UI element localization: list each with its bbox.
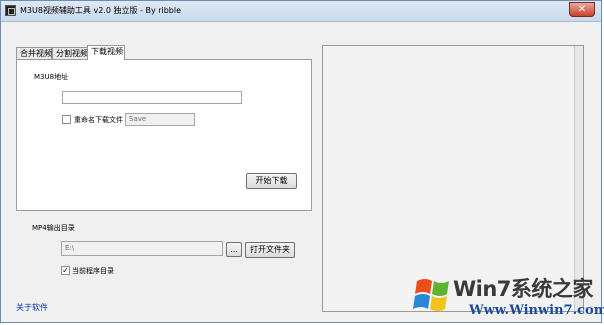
window-title: M3U8视频辅助工具 v2.0 独立版 - By ribble xyxy=(20,6,182,15)
current-dir-checkbox[interactable]: ✓ xyxy=(61,266,70,275)
rename-label: 重命名下载文件 xyxy=(74,116,123,124)
flag-yellow xyxy=(430,296,447,311)
watermark-site-name: Win7系统之家 xyxy=(453,277,593,301)
windows-flag-icon xyxy=(413,279,449,311)
tab-merge-video[interactable]: 合并视频 xyxy=(16,47,52,59)
flag-green xyxy=(432,281,449,296)
browse-button[interactable]: ... xyxy=(226,242,242,257)
film-icon xyxy=(5,5,16,16)
close-button[interactable]: ✕ xyxy=(569,2,595,17)
watermark-url: Www.Winwin7.com xyxy=(469,303,604,318)
mp4-output-label: MP4输出目录 xyxy=(32,224,75,232)
watermark-logo: Win7系统之家 Www.Winwin7.com xyxy=(413,269,604,323)
m3u8-url-input[interactable] xyxy=(62,91,242,104)
rename-checkbox[interactable] xyxy=(62,115,71,124)
start-download-button[interactable]: 开始下载 xyxy=(246,173,297,189)
title-bar[interactable]: M3U8视频辅助工具 v2.0 独立版 - By ribble ✕ xyxy=(1,1,601,22)
m3u8-url-label: M3U8地址 xyxy=(34,73,69,81)
about-software-link[interactable]: 关于软件 xyxy=(16,302,48,313)
open-folder-button[interactable]: 打开文件夹 xyxy=(245,242,295,258)
flag-red xyxy=(415,279,432,294)
download-tab-panel: M3U8地址 重命名下载文件 Save 开始下载 xyxy=(16,59,312,211)
flag-blue xyxy=(413,294,430,309)
tab-split-video[interactable]: 分割视频 xyxy=(52,47,88,59)
output-path-input[interactable]: E:\ xyxy=(61,241,223,256)
app-window: M3U8视频辅助工具 v2.0 独立版 - By ribble ✕ 合并视频 分… xyxy=(0,0,604,323)
current-dir-label: 当前程序目录 xyxy=(72,267,114,275)
rename-filename-input[interactable]: Save xyxy=(125,113,195,126)
tab-download-video[interactable]: 下载视频 xyxy=(87,45,125,60)
